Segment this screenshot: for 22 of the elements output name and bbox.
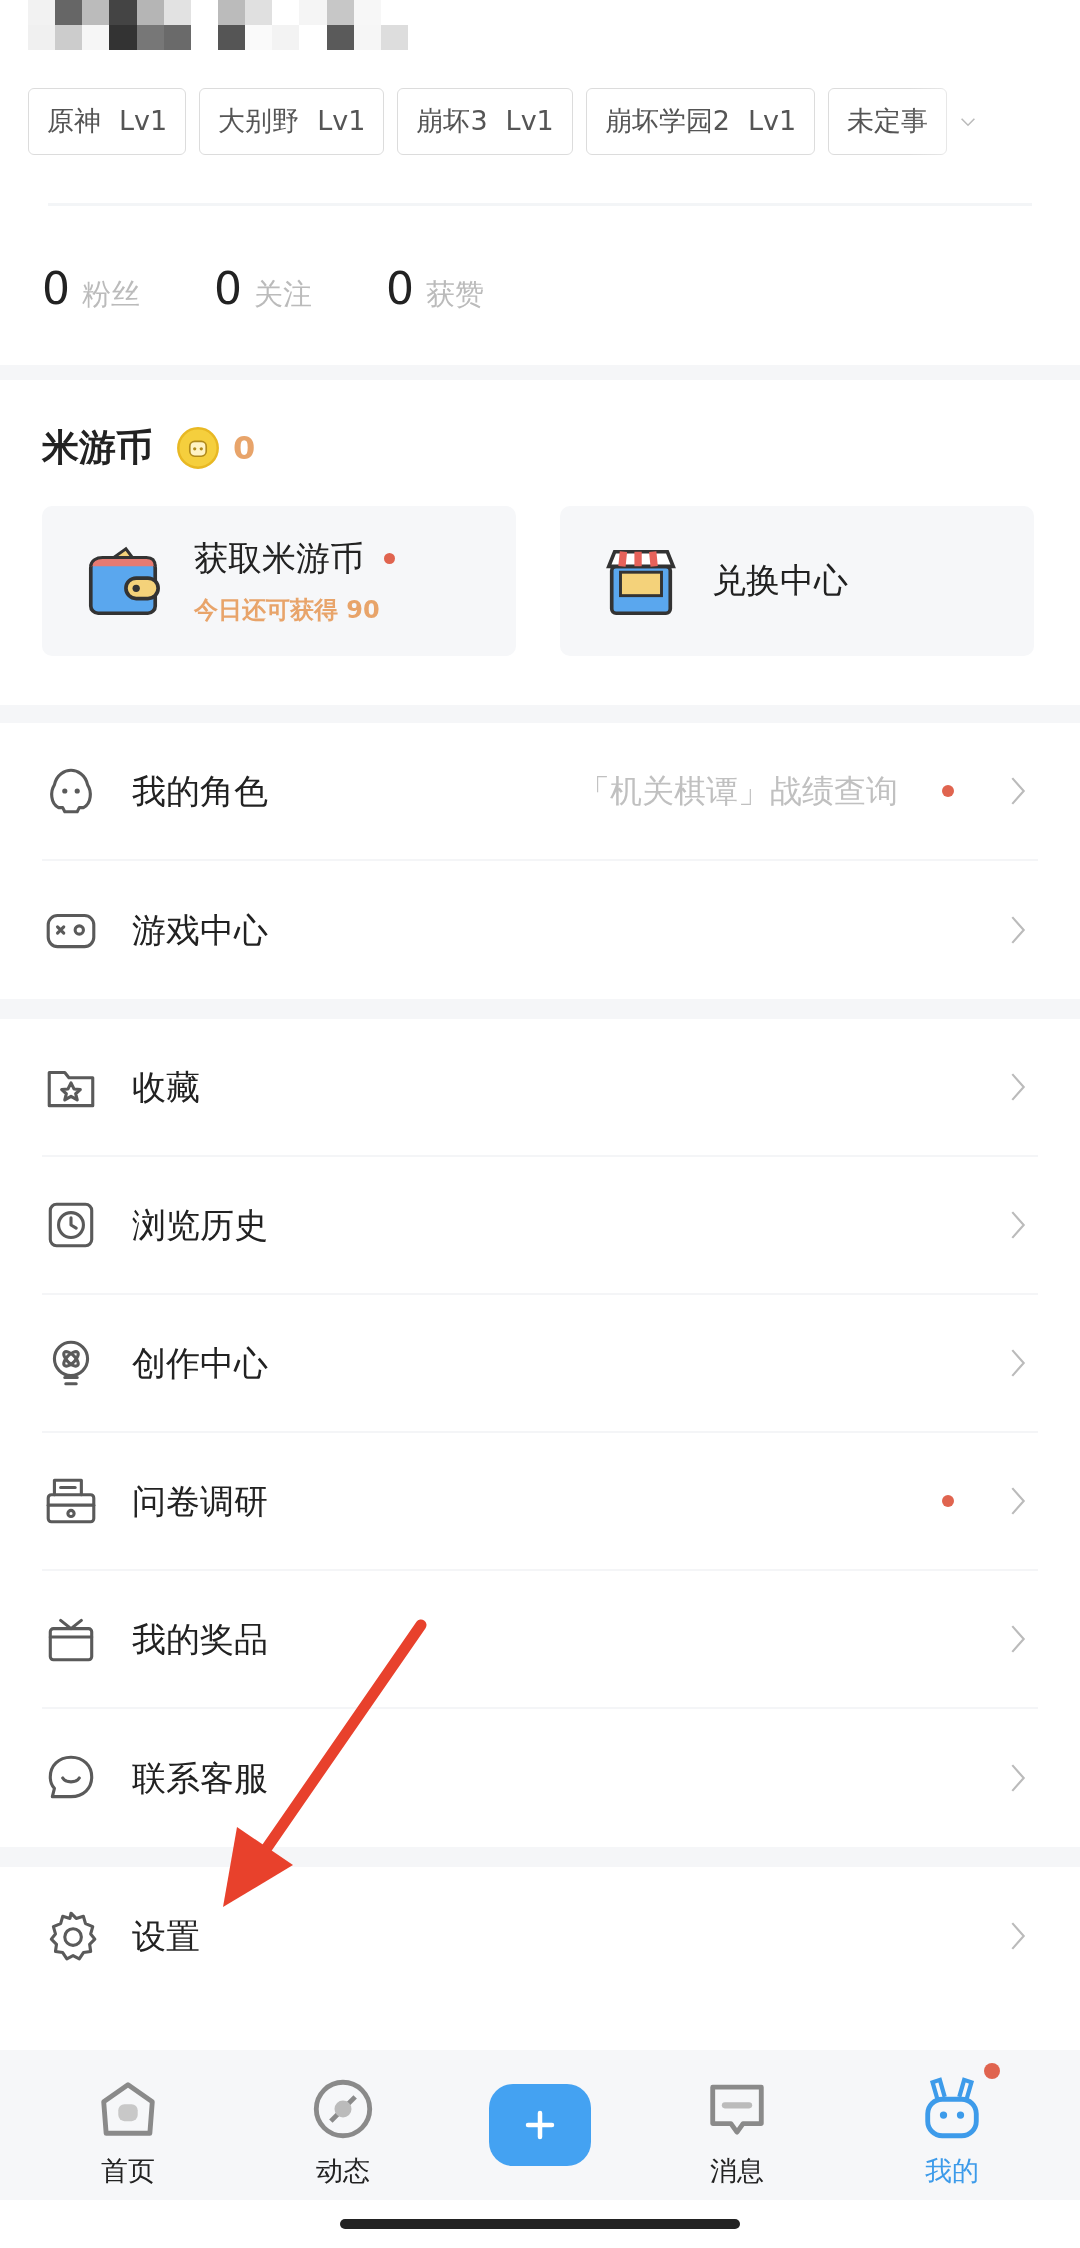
game-level-tag[interactable]: 未定事 xyxy=(828,88,948,155)
stat-count: 0 xyxy=(42,262,70,316)
nav-tab[interactable]: 首页 xyxy=(57,2058,198,2192)
card-title: 获取米游币 xyxy=(194,537,364,580)
nav-tab[interactable]: 消息 xyxy=(666,2058,807,2192)
create-post-button[interactable] xyxy=(489,2084,591,2166)
section-title: 米游币 xyxy=(42,425,153,471)
stat-count: 0 xyxy=(386,262,414,316)
stat-count: 0 xyxy=(214,262,242,316)
coin-balance: 0 xyxy=(233,427,256,469)
game-level-tag[interactable]: 崩坏3 Lv1 xyxy=(397,88,573,155)
game-level-tag[interactable]: 大别野 Lv1 xyxy=(199,88,385,155)
expand-chevron-icon[interactable] xyxy=(960,116,976,127)
coin-card[interactable]: 兑换中心 xyxy=(560,505,1034,656)
game-level-tag[interactable]: 原神 Lv1 xyxy=(28,88,187,155)
coin-card[interactable]: 获取米游币 今日还可获得 90 xyxy=(42,505,516,656)
game-level-tag[interactable]: 崩坏学园2 Lv1 xyxy=(585,88,816,155)
plus-icon xyxy=(525,2110,555,2140)
nav-tab[interactable]: 动态 xyxy=(273,2058,414,2192)
coin-icon xyxy=(175,424,221,471)
card-subtitle: 今日还可获得 90 xyxy=(194,595,381,626)
card-title: 兑换中心 xyxy=(712,559,848,602)
